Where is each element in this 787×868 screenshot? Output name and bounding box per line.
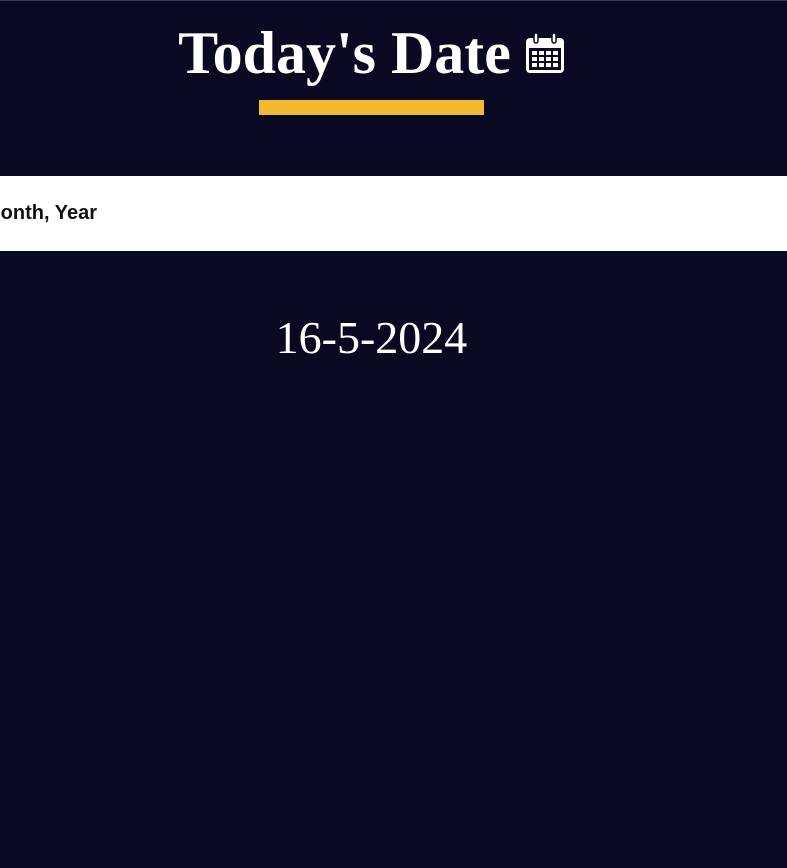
title-underline — [259, 100, 484, 115]
page-header: Today's Date — [0, 13, 743, 93]
format-label: Day, Month, Year — [0, 202, 97, 224]
format-bar: Day, Month, Year — [0, 176, 787, 251]
page-title: Today's Date — [178, 20, 511, 86]
current-date: 16-5-2024 — [275, 312, 468, 363]
calendar-icon — [525, 32, 565, 74]
